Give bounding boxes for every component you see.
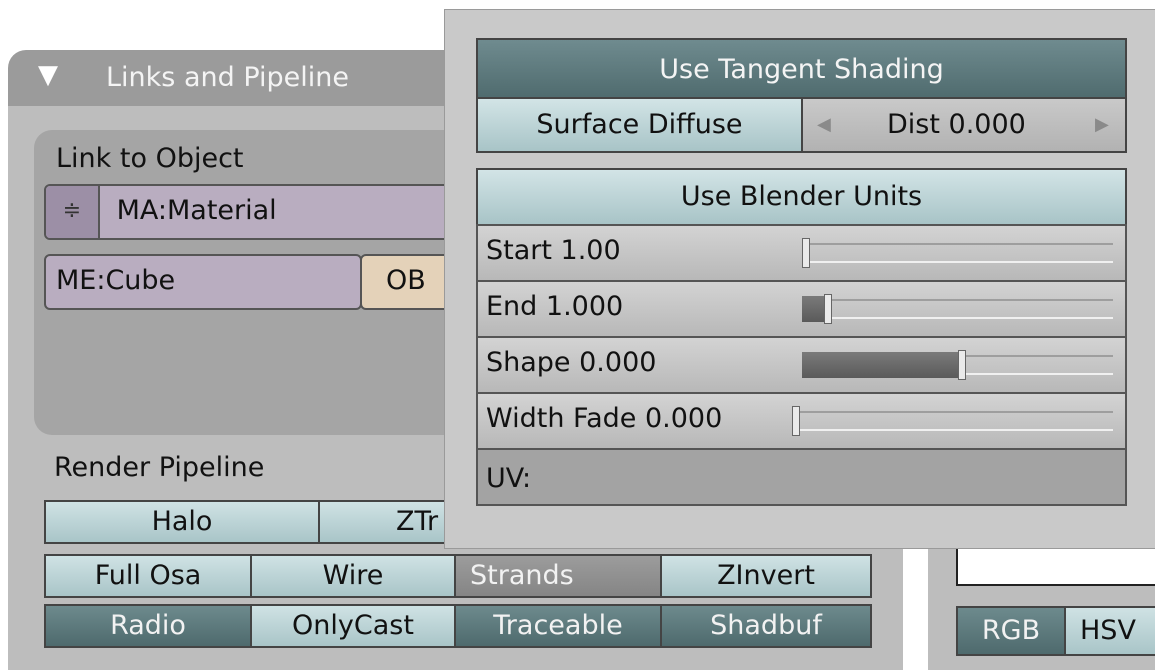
hsv-button[interactable]: HSV [1064,606,1155,656]
wire-button[interactable]: Wire [250,554,456,598]
material-name[interactable]: MA:Material [109,195,277,226]
end-slider-label: End 1.000 [486,291,624,322]
use-blender-units-button[interactable]: Use Blender Units [476,168,1127,226]
collapse-triangle-icon[interactable]: ▼ [38,60,58,90]
zinvert-button[interactable]: ZInvert [660,554,872,598]
slider-knob[interactable] [802,238,810,268]
uv-label: UV: [486,463,532,494]
dist-field[interactable]: ◀ Dist 0.000 ▶ [801,97,1127,153]
increment-arrow-icon[interactable]: ▶ [1095,99,1109,151]
start-slider[interactable]: Start 1.00 [476,224,1127,282]
use-tangent-shading-button[interactable]: Use Tangent Shading [476,38,1127,100]
slider-knob[interactable] [792,406,800,436]
browse-arrows-icon[interactable]: ≑ [46,186,100,238]
strands-button[interactable]: Strands [454,554,662,598]
start-slider-label: Start 1.00 [486,235,621,266]
decrement-arrow-icon[interactable]: ◀ [817,99,831,151]
halo-button[interactable]: Halo [44,500,320,544]
panel-header-links-and-pipeline[interactable]: ▼ Links and Pipeline [8,50,468,106]
dist-value[interactable]: Dist 0.000 [887,99,1026,151]
shape-slider[interactable]: Shape 0.000 [476,336,1127,394]
shadbuf-button[interactable]: Shadbuf [660,604,872,648]
panel-title: Links and Pipeline [106,62,349,93]
slider-knob[interactable] [824,294,832,324]
link-to-object-label: Link to Object [56,143,244,174]
width-fade-slider[interactable]: Width Fade 0.000 [476,392,1127,450]
strands-popup: Use Tangent Shading Surface Diffuse ◀ Di… [445,10,1155,548]
mesh-name[interactable]: ME:Cube [56,265,175,296]
render-pipeline-label: Render Pipeline [54,452,265,483]
onlycast-button[interactable]: OnlyCast [250,604,456,648]
shape-slider-label: Shape 0.000 [486,347,657,378]
slider-knob[interactable] [958,350,966,380]
full-osa-button[interactable]: Full Osa [44,554,252,598]
uv-field[interactable]: UV: [476,448,1127,506]
radio-button[interactable]: Radio [44,604,252,648]
traceable-button[interactable]: Traceable [454,604,662,648]
material-field[interactable]: ≑ MA:Material [44,184,464,240]
width-fade-slider-label: Width Fade 0.000 [486,403,723,434]
mesh-field[interactable]: ME:Cube [44,254,362,310]
surface-diffuse-button[interactable]: Surface Diffuse [476,97,803,153]
end-slider[interactable]: End 1.000 [476,280,1127,338]
rgb-button[interactable]: RGB [956,606,1066,656]
